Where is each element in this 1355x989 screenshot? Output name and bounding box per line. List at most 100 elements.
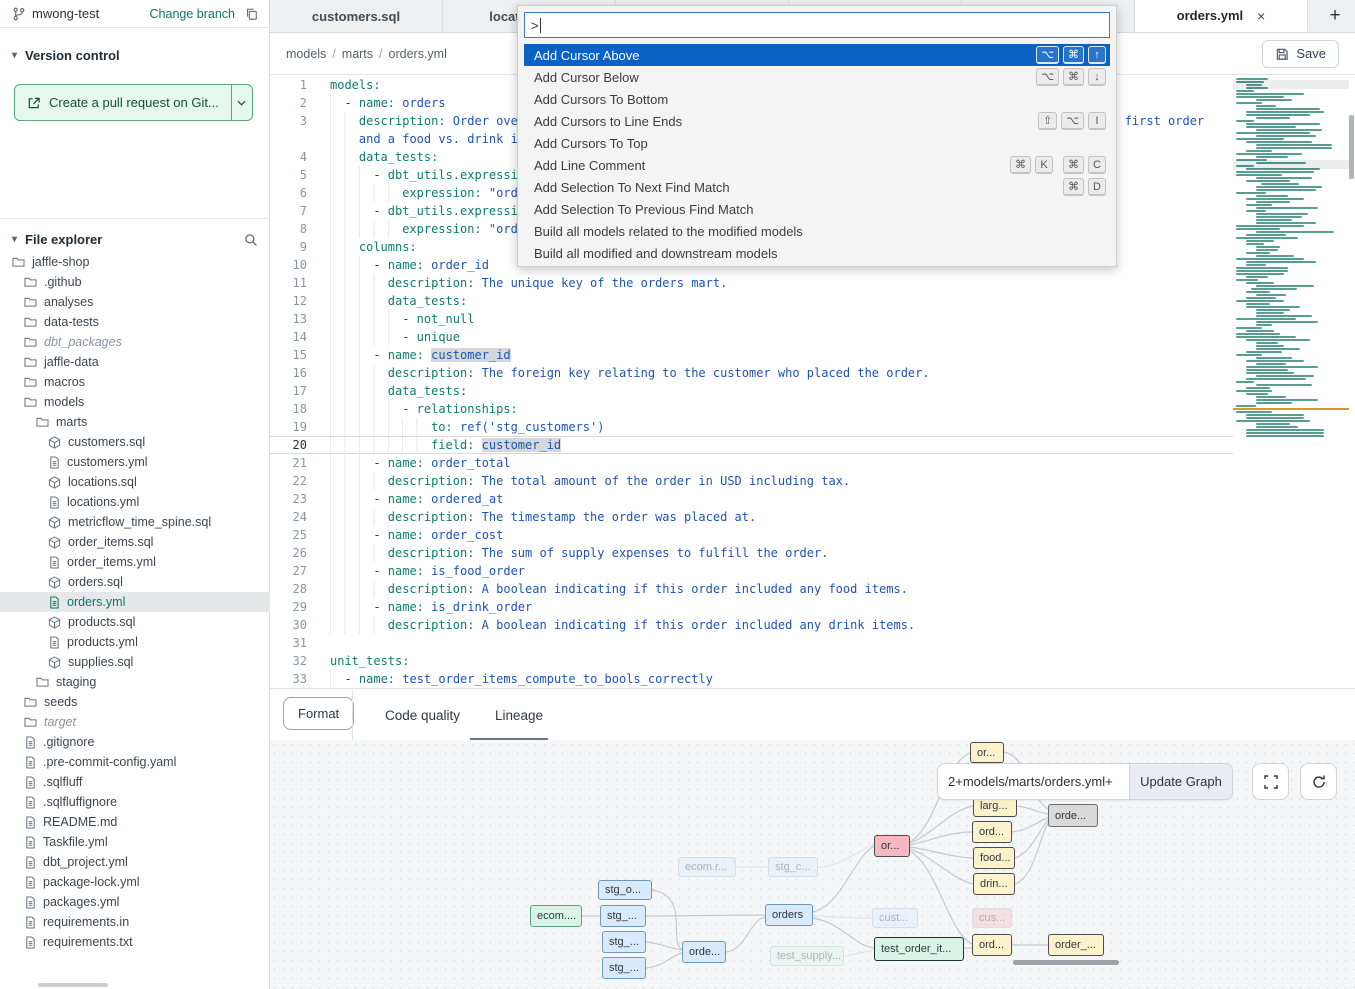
refresh-button[interactable] xyxy=(1300,763,1337,800)
tree-item-Taskfile.yml[interactable]: Taskfile.yml xyxy=(0,832,270,852)
breadcrumb-part[interactable]: orders.yml xyxy=(389,47,447,61)
tree-item-requirements.txt[interactable]: requirements.txt xyxy=(0,932,270,952)
sidebar-hscrollbar[interactable] xyxy=(38,983,108,987)
editor-line[interactable]: 13- not_null xyxy=(270,310,1355,328)
lineage-node[interactable]: stg_... xyxy=(600,905,646,927)
editor-line[interactable]: 14- unique xyxy=(270,328,1355,346)
editor-line[interactable]: 17data_tests: xyxy=(270,382,1355,400)
tree-item-customers.sql[interactable]: customers.sql xyxy=(0,432,270,452)
tree-item-locations.yml[interactable]: locations.yml xyxy=(0,492,270,512)
lineage-node[interactable]: orde... xyxy=(682,941,726,963)
command-item[interactable]: Add Cursors To Bottom xyxy=(524,88,1110,110)
tab-code-quality[interactable]: Code quality xyxy=(385,689,460,741)
editor-line[interactable]: 23- name: ordered_at xyxy=(270,490,1355,508)
tree-item-staging[interactable]: staging xyxy=(0,672,270,692)
editor-line[interactable]: 11description: The unique key of the ord… xyxy=(270,274,1355,292)
lineage-node[interactable]: stg_... xyxy=(602,957,646,979)
editor-line[interactable]: 24description: The timestamp the order w… xyxy=(270,508,1355,526)
tree-item-.github[interactable]: .github xyxy=(0,272,270,292)
tree-item-README.md[interactable]: README.md xyxy=(0,812,270,832)
command-item[interactable]: Add Cursor Below⌥⌘↓ xyxy=(524,66,1110,88)
tree-item-dbt_packages[interactable]: dbt_packages xyxy=(0,332,270,352)
editor-line[interactable]: 21- name: order_total xyxy=(270,454,1355,472)
tree-item-products.sql[interactable]: products.sql xyxy=(0,612,270,632)
tree-item-models[interactable]: models xyxy=(0,392,270,412)
tree-item-orders.yml[interactable]: orders.yml xyxy=(0,592,270,612)
editor-line[interactable]: 30description: A boolean indicating if t… xyxy=(270,616,1355,634)
command-item[interactable]: Add Selection To Next Find Match⌘D xyxy=(524,176,1110,198)
editor-line[interactable]: 29- name: is_drink_order xyxy=(270,598,1355,616)
editor-line[interactable]: 19to: ref('stg_customers') xyxy=(270,418,1355,436)
command-item[interactable]: Add Selection To Previous Find Match xyxy=(524,198,1110,220)
editor-line[interactable]: 32unit_tests: xyxy=(270,652,1355,670)
lineage-hscrollbar[interactable] xyxy=(1013,960,1119,965)
tree-item-analyses[interactable]: analyses xyxy=(0,292,270,312)
copy-branch-icon[interactable] xyxy=(245,7,258,21)
tree-item-customers.yml[interactable]: customers.yml xyxy=(0,452,270,472)
lineage-node[interactable]: ecom.r... xyxy=(678,857,736,877)
lineage-node[interactable]: or... xyxy=(874,835,910,857)
command-item[interactable]: Add Cursors to Line Ends⇧⌥I xyxy=(524,110,1110,132)
command-item[interactable]: Add Cursor Above⌥⌘↑ xyxy=(524,44,1110,66)
tree-item-target[interactable]: target xyxy=(0,712,270,732)
save-button[interactable]: Save xyxy=(1262,40,1339,68)
tree-item-seeds[interactable]: seeds xyxy=(0,692,270,712)
command-item[interactable]: Add Cursors To Top xyxy=(524,132,1110,154)
create-pr-button[interactable]: Create a pull request on Git... xyxy=(15,85,232,120)
editor-line[interactable]: 25- name: order_cost xyxy=(270,526,1355,544)
lineage-node[interactable]: order_... xyxy=(1048,934,1104,956)
tab-lineage[interactable]: Lineage xyxy=(495,689,543,741)
command-item[interactable]: Build all modified and downstream models xyxy=(524,242,1110,264)
tree-item-supplies.sql[interactable]: supplies.sql xyxy=(0,652,270,672)
lineage-node[interactable]: test_order_it... xyxy=(874,937,964,961)
lineage-node[interactable]: stg_o... xyxy=(598,880,652,900)
tree-item-package-lock.yml[interactable]: package-lock.yml xyxy=(0,872,270,892)
version-control-header[interactable]: ▾ Version control xyxy=(0,40,270,70)
command-palette-input[interactable]: > xyxy=(524,12,1110,38)
format-button[interactable]: Format xyxy=(283,697,354,730)
editor-line[interactable]: 20field: customer_id xyxy=(270,436,1233,454)
tree-item-locations.sql[interactable]: locations.sql xyxy=(0,472,270,492)
tree-item-.sqlfluff[interactable]: .sqlfluff xyxy=(0,772,270,792)
editor-vscrollbar[interactable] xyxy=(1349,115,1354,179)
lineage-node[interactable]: orde... xyxy=(1048,804,1098,827)
tree-item-marts[interactable]: marts xyxy=(0,412,270,432)
lineage-node[interactable]: ecom.... xyxy=(530,905,582,927)
fullscreen-button[interactable] xyxy=(1252,763,1289,800)
tree-item-orders.sql[interactable]: orders.sql xyxy=(0,572,270,592)
tree-item-.sqlfluffignore[interactable]: .sqlfluffignore xyxy=(0,792,270,812)
tree-item-jaffle-shop[interactable]: jaffle-shop xyxy=(0,252,270,272)
lineage-node[interactable]: cus... xyxy=(972,908,1012,928)
change-branch-link[interactable]: Change branch xyxy=(150,7,235,21)
editor-line[interactable]: 18- relationships: xyxy=(270,400,1355,418)
lineage-node[interactable]: food... xyxy=(973,847,1015,869)
tree-item-products.yml[interactable]: products.yml xyxy=(0,632,270,652)
editor-line[interactable]: 22description: The total amount of the o… xyxy=(270,472,1355,490)
lineage-node[interactable]: or... xyxy=(970,742,1004,763)
lineage-selector-input[interactable]: 2+models/marts/orders.yml+ xyxy=(938,764,1130,799)
editor-line[interactable]: 16description: The foreign key relating … xyxy=(270,364,1355,382)
editor-minimap[interactable] xyxy=(1233,78,1349,446)
lineage-node[interactable]: ord... xyxy=(972,821,1012,843)
tab-customers.sql[interactable]: customers.sql xyxy=(270,0,443,32)
tree-item-metricflow_time_spine.sql[interactable]: metricflow_time_spine.sql xyxy=(0,512,270,532)
tab-orders.yml[interactable]: orders.yml× xyxy=(1135,0,1308,32)
breadcrumb-part[interactable]: marts xyxy=(342,47,373,61)
tree-item-order_items.yml[interactable]: order_items.yml xyxy=(0,552,270,572)
tree-item-dbt_project.yml[interactable]: dbt_project.yml xyxy=(0,852,270,872)
new-tab-button[interactable]: + xyxy=(1315,0,1355,32)
create-pr-dropdown-button[interactable] xyxy=(232,85,252,120)
lineage-node[interactable]: drin... xyxy=(973,873,1015,895)
lineage-node[interactable]: ord... xyxy=(972,934,1012,956)
editor-line[interactable]: 12data_tests: xyxy=(270,292,1355,310)
search-icon[interactable] xyxy=(244,233,258,247)
tree-item-.pre-commit-config.yaml[interactable]: .pre-commit-config.yaml xyxy=(0,752,270,772)
editor-line[interactable]: 27- name: is_food_order xyxy=(270,562,1355,580)
lineage-node[interactable]: stg_... xyxy=(602,931,646,953)
command-item[interactable]: Add Line Comment⌘K⌘C xyxy=(524,154,1110,176)
lineage-node[interactable]: test_supply... xyxy=(770,946,844,966)
tree-item-requirements.in[interactable]: requirements.in xyxy=(0,912,270,932)
breadcrumb-part[interactable]: models xyxy=(286,47,326,61)
editor-line[interactable]: 26description: The sum of supply expense… xyxy=(270,544,1355,562)
tree-item-packages.yml[interactable]: packages.yml xyxy=(0,892,270,912)
